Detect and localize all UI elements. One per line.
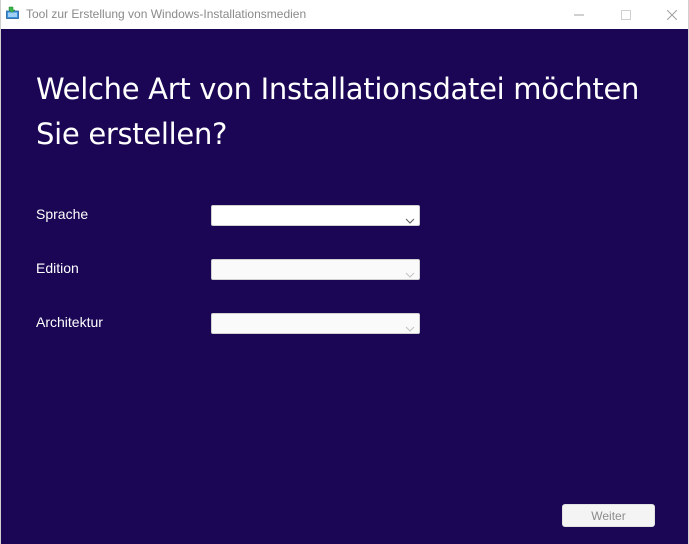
app-window: Tool zur Erstellung von Windows-Installa… <box>0 0 689 544</box>
edition-dropdown[interactable] <box>211 259 420 280</box>
language-dropdown[interactable] <box>211 205 420 226</box>
maximize-icon <box>621 9 631 20</box>
language-label: Sprache <box>36 206 89 222</box>
minimize-button[interactable] <box>556 0 602 29</box>
title-bar[interactable]: Tool zur Erstellung von Windows-Installa… <box>1 0 688 29</box>
page-title: Welche Art von Installationsdatei möchte… <box>36 72 640 151</box>
window-title: Tool zur Erstellung von Windows-Installa… <box>26 7 307 21</box>
close-icon <box>667 9 677 20</box>
chevron-down-icon <box>405 320 415 332</box>
media-creation-tool-icon <box>6 6 19 19</box>
close-button[interactable] <box>649 0 689 29</box>
content-area: Welche Art von Installationsdatei möchte… <box>1 29 688 544</box>
chevron-down-icon <box>405 212 415 224</box>
chevron-down-icon <box>405 266 415 278</box>
maximize-button[interactable] <box>603 0 649 29</box>
architecture-label: Architektur <box>36 314 103 330</box>
next-button[interactable]: Weiter <box>562 504 655 527</box>
minimize-icon <box>574 10 584 20</box>
architecture-dropdown[interactable] <box>211 313 420 334</box>
edition-label: Edition <box>36 260 79 276</box>
